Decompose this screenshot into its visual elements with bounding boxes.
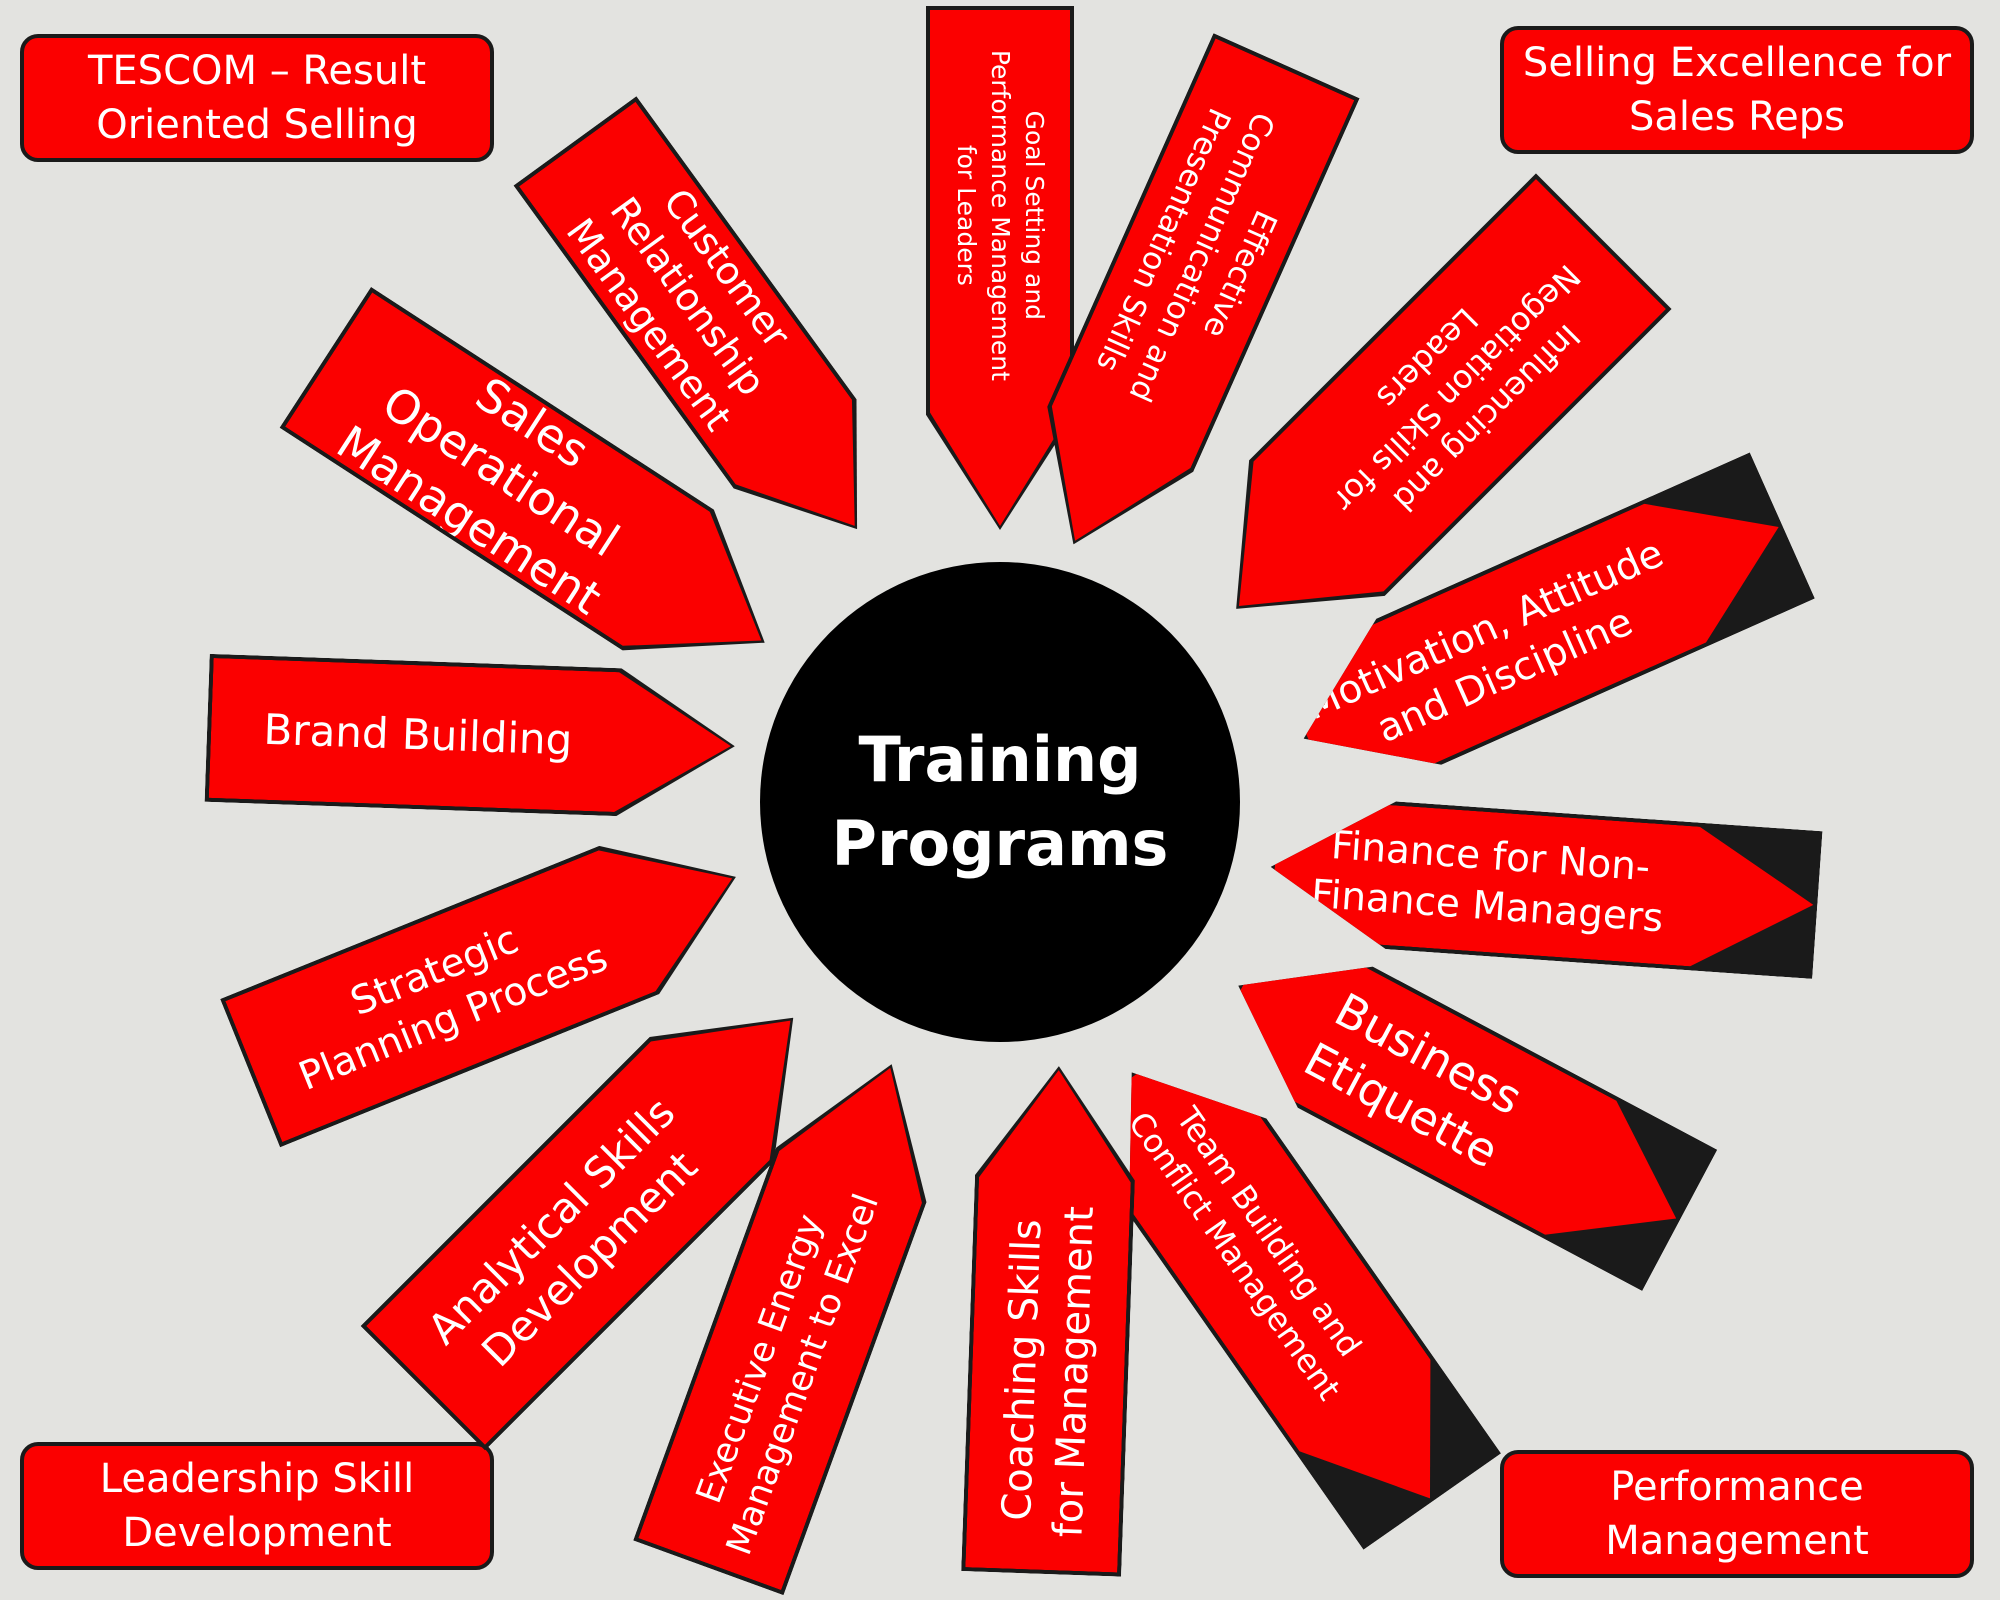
program-label: Executive Energy Management to Excel [689,1188,888,1561]
corner-label: Performance Management [1605,1464,1869,1564]
program-label: Brand Building [262,704,574,765]
hub-title: Training Programs [831,723,1169,880]
program-label: Influencing and Negotiation Skills for L… [1325,257,1588,520]
corner-box-tescom: TESCOM – Result Oriented Selling [20,34,494,162]
training-programs-diagram: TESCOM – Result Oriented Selling Selling… [0,0,2000,1600]
program-arrow-goal-setting: Goal Setting and Performance Management … [926,6,1074,530]
program-label: Strategic Planning Process [292,917,615,1100]
corner-box-selling-excellence: Selling Excellence for Sales Reps [1500,26,1974,154]
corner-label: Selling Excellence for Sales Reps [1522,40,1952,140]
program-label: Analytical Skills Development [418,1087,707,1377]
program-label: Coaching Skills for Management [993,1205,1103,1539]
corner-box-performance-management: Performance Management [1500,1450,1974,1578]
program-label: Business Etiquette [1295,982,1531,1179]
corner-box-leadership-skill: Leadership Skill Development [20,1442,494,1570]
program-label: Finance for Non- Finance Managers [1309,823,1665,942]
corner-label: Leadership Skill Development [99,1456,415,1556]
corner-label: TESCOM – Result Oriented Selling [87,48,427,148]
program-arrow-brand-building: Brand Building [205,654,738,820]
training-programs-hub: Training Programs [760,562,1240,1042]
program-arrow-coaching-skills: Coaching Skills for Management [961,1063,1139,1576]
program-label: Effective Communication and Presentation… [1088,102,1284,407]
program-label: Goal Setting and Performance Management … [952,49,1049,381]
program-arrow-finance-non-finance: Finance for Non- Finance Managers [1266,793,1823,979]
